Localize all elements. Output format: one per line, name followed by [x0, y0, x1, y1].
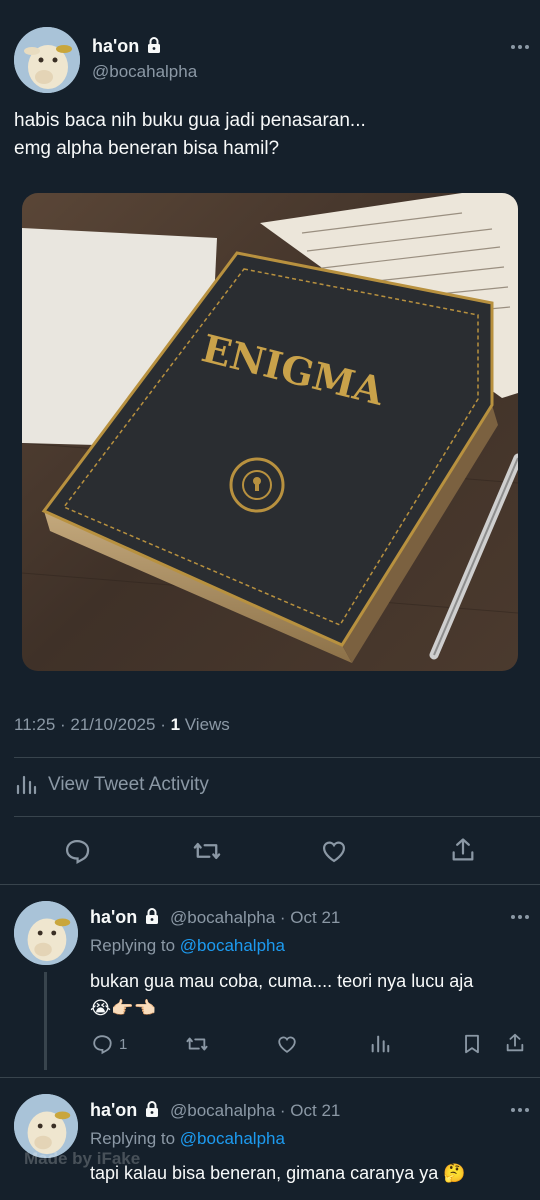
reply-icon[interactable] [63, 837, 91, 865]
replying-to: Replying to @bocahalpha [90, 936, 285, 956]
reply-text-line: bukan gua mau coba, cuma.... teori nya l… [90, 971, 474, 991]
thread-line [44, 972, 47, 1070]
views-count: 1 [170, 715, 181, 734]
reply-date[interactable]: · Oct 21 [280, 1101, 340, 1120]
reply-author-name[interactable]: ha'on [90, 907, 137, 927]
reply-text-line: tapi kalau bisa beneran, gimana caranya … [90, 1163, 466, 1183]
replying-prefix: Replying to [90, 936, 180, 955]
bookmark-icon[interactable] [461, 1033, 483, 1055]
author-name[interactable]: ha'on [92, 36, 163, 59]
tweet-text-line: emg alpha beneran bisa hamil? [14, 138, 280, 159]
tweet-text: habis baca nih buku gua jadi penasaran..… [14, 107, 366, 163]
like-icon[interactable] [276, 1033, 298, 1055]
lock-icon [143, 1100, 161, 1123]
reply-avatar[interactable] [14, 901, 78, 965]
analytics-icon[interactable] [369, 1033, 391, 1055]
tweet-image[interactable]: ENIGMA [22, 193, 518, 671]
analytics-icon [14, 773, 38, 797]
watermark: Made by iFake [24, 1149, 141, 1168]
divider [14, 757, 540, 758]
author-avatar[interactable] [14, 27, 80, 93]
view-activity-button[interactable]: View Tweet Activity [14, 773, 209, 797]
tweet-meta: 11:25 · 21/10/2025 · 1 Views [14, 715, 230, 735]
replying-handle-link[interactable]: @bocahalpha [180, 1129, 285, 1148]
more-icon[interactable] [511, 45, 529, 49]
reply-icon [91, 1033, 113, 1055]
reply-action-reply[interactable]: 1 [91, 1033, 127, 1055]
reply-text-line: 😭👉🏻👈🏻 [90, 998, 156, 1018]
more-icon[interactable] [511, 1108, 529, 1112]
lock-icon [143, 907, 161, 930]
lock-icon [145, 36, 163, 59]
share-icon[interactable] [449, 836, 477, 864]
divider [0, 884, 540, 885]
reply-header: ha'on @bocahalpha · Oct 21 [90, 1100, 340, 1123]
views-label: Views [180, 715, 230, 734]
reply-count: 1 [119, 1035, 128, 1053]
replying-handle-link[interactable]: @bocahalpha [180, 936, 285, 955]
share-icon[interactable] [504, 1032, 526, 1054]
divider [0, 1077, 540, 1078]
retweet-icon[interactable] [192, 837, 222, 865]
view-activity-label: View Tweet Activity [48, 774, 209, 795]
replying-to: Replying to @bocahalpha [90, 1129, 285, 1149]
author-name-text[interactable]: ha'on [92, 36, 139, 56]
reply-header: ha'on @bocahalpha · Oct 21 [90, 907, 340, 930]
reply-text: tapi kalau bisa beneran, gimana caranya … [90, 1160, 466, 1187]
reply-date[interactable]: · Oct 21 [280, 908, 340, 927]
reply-author-name[interactable]: ha'on [90, 1100, 137, 1120]
tweet-timestamp[interactable]: 11:25 · 21/10/2025 · [14, 715, 171, 734]
like-icon[interactable] [320, 837, 348, 865]
tweet-text-line: habis baca nih buku gua jadi penasaran..… [14, 110, 366, 131]
more-icon[interactable] [511, 915, 529, 919]
author-handle[interactable]: @bocahalpha [92, 62, 197, 82]
reply-text: bukan gua mau coba, cuma.... teori nya l… [90, 968, 473, 1022]
divider [14, 816, 540, 817]
reply-author-handle[interactable]: @bocahalpha [170, 1101, 275, 1120]
retweet-icon[interactable] [185, 1033, 209, 1055]
reply-author-handle[interactable]: @bocahalpha [170, 908, 275, 927]
replying-prefix: Replying to [90, 1129, 180, 1148]
